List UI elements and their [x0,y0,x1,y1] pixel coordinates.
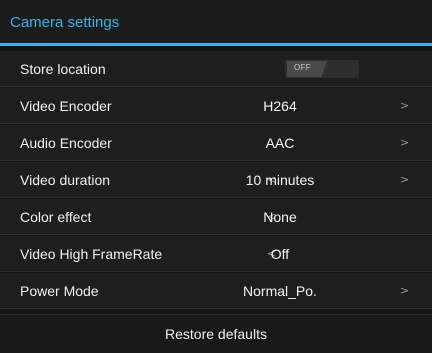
setting-value: H264 [263,98,297,114]
setting-label: Audio Encoder [20,135,112,151]
next-option-arrow-icon[interactable]: > [400,173,409,186]
setting-row-audio-encoder[interactable]: Audio Encoder AAC > [0,125,432,161]
setting-label: Video duration [20,172,111,188]
restore-defaults-button[interactable]: Restore defaults [0,314,432,353]
setting-value: None [263,209,297,225]
store-location-toggle[interactable]: OFF [285,60,359,78]
setting-row-power-mode[interactable]: Power Mode Normal_Po. > [0,273,432,309]
setting-label: Color effect [20,209,92,225]
setting-row-video-encoder[interactable]: Video Encoder H264 > [0,88,432,124]
setting-value: AAC [265,135,295,151]
setting-value: 10 minutes [245,172,315,188]
setting-label: Video Encoder [20,98,112,114]
next-option-arrow-icon[interactable]: > [400,284,409,297]
next-option-arrow-icon[interactable]: > [400,99,409,112]
restore-defaults-label: Restore defaults [165,326,267,342]
setting-value: Normal_Po. [243,283,317,299]
setting-value: Off [270,246,290,262]
setting-row-store-location[interactable]: Store location OFF [0,51,432,87]
setting-row-video-high-framerate[interactable]: Video High FrameRate < Off [0,236,432,272]
setting-label: Power Mode [20,283,99,299]
dialog-title: Camera settings [10,14,120,31]
dialog-title-bar: Camera settings [0,0,432,46]
camera-settings-panel: Camera settings Store location OFF Video… [0,0,432,353]
setting-label: Video High FrameRate [20,246,163,262]
setting-row-color-effect[interactable]: Color effect < None [0,199,432,235]
setting-row-video-duration[interactable]: Video duration < 10 minutes > [0,162,432,198]
next-option-arrow-icon[interactable]: > [400,136,409,149]
toggle-state-label: OFF [294,63,311,72]
setting-label: Store location [20,61,106,77]
